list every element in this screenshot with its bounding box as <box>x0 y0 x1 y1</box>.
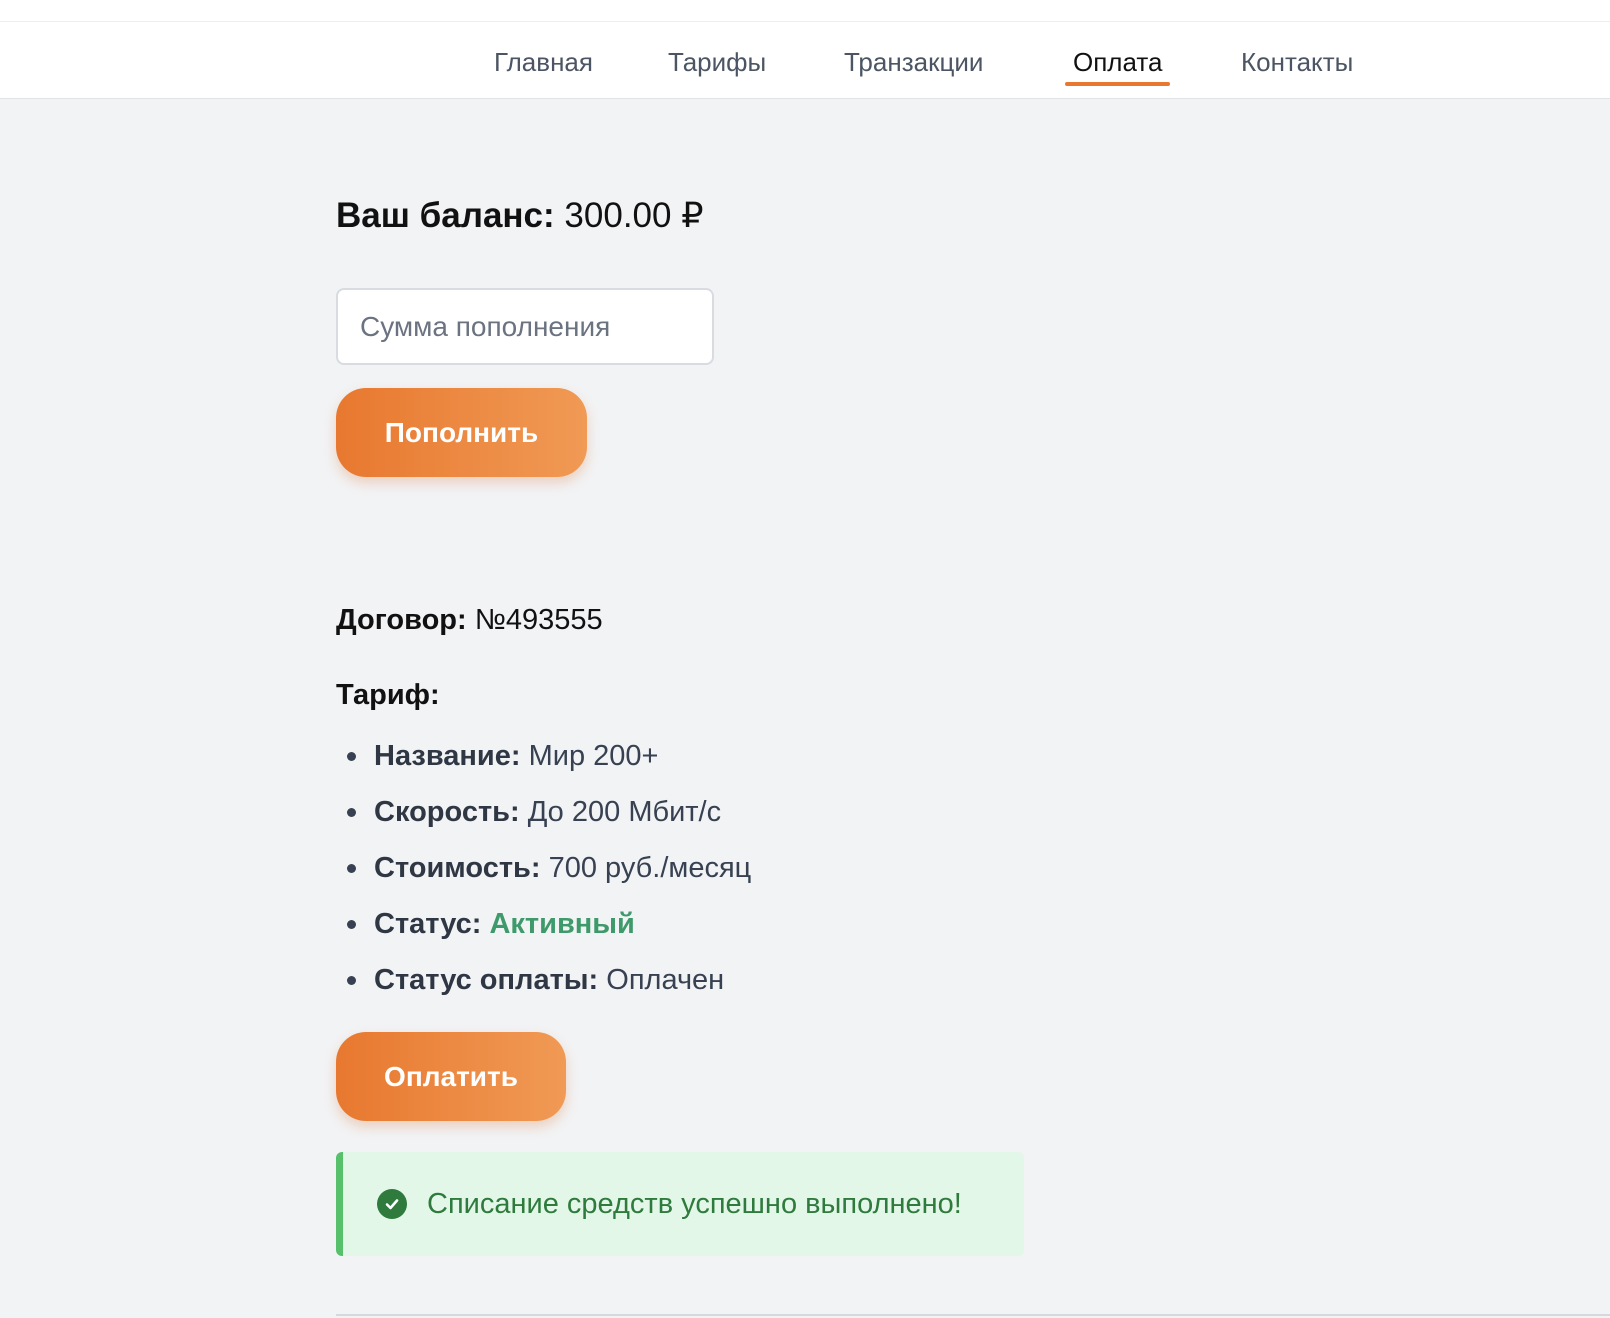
tariff-field-label: Стоимость: <box>374 852 541 884</box>
contract-label: Договор: <box>336 604 467 636</box>
nav-item-transactions[interactable]: Транзакции <box>844 42 983 82</box>
tariff-status-item: Статус: Активный <box>336 904 751 960</box>
divider <box>336 1314 1610 1316</box>
tariff-field-label: Название: <box>374 740 521 772</box>
pay-button[interactable]: Оплатить <box>336 1032 566 1121</box>
tariff-cost-item: Стоимость: 700 руб./месяц <box>336 848 751 904</box>
tariff-field-label: Статус оплаты: <box>374 964 599 996</box>
tariff-name-value: Мир 200+ <box>528 740 659 772</box>
tariff-cost-value: 700 руб./месяц <box>548 852 752 884</box>
contract-number: №493555 <box>474 604 603 636</box>
bullet <box>347 864 356 873</box>
bullet <box>347 976 356 985</box>
balance-value: 300.00 ₽ <box>564 196 704 235</box>
balance-label: Ваш баланс: <box>336 196 555 235</box>
balance-display: Ваш баланс: 300.00 ₽ <box>336 196 703 236</box>
tariff-speed-value: До 200 Мбит/с <box>527 796 722 828</box>
nav-item-contacts[interactable]: Контакты <box>1241 42 1353 82</box>
nav-item-payment[interactable]: Оплата <box>1065 42 1171 86</box>
bullet <box>347 808 356 817</box>
tariff-payment-status-item: Статус оплаты: Оплачен <box>336 960 751 1016</box>
tariff-field-label: Скорость: <box>374 796 520 828</box>
check-circle-icon <box>377 1189 407 1219</box>
top-navigation-bar: Главная Тарифы Транзакции Оплата Контакт… <box>0 0 1610 99</box>
tariff-details-list: Название: Мир 200+ Скорость: До 200 Мбит… <box>336 736 751 1016</box>
payment-status-value: Оплачен <box>606 964 725 996</box>
success-alert: Списание средств успешно выполнено! <box>336 1152 1024 1256</box>
tariff-field-label: Статус: <box>374 908 482 940</box>
bullet <box>347 752 356 761</box>
status-badge: Активный <box>489 908 635 940</box>
tariff-heading: Тариф: <box>336 679 440 711</box>
bullet <box>347 920 356 929</box>
nav-item-home[interactable]: Главная <box>494 42 593 82</box>
active-tab-underline <box>1065 82 1171 86</box>
contract-info: Договор: №493555 <box>336 604 603 637</box>
tariff-name-item: Название: Мир 200+ <box>336 736 751 792</box>
nav-item-tariffs[interactable]: Тарифы <box>668 42 766 82</box>
divider <box>0 21 1610 22</box>
topup-button[interactable]: Пополнить <box>336 388 587 477</box>
topup-amount-input[interactable] <box>336 288 714 365</box>
success-message: Списание средств успешно выполнено! <box>427 1187 962 1220</box>
tariff-speed-item: Скорость: До 200 Мбит/с <box>336 792 751 848</box>
